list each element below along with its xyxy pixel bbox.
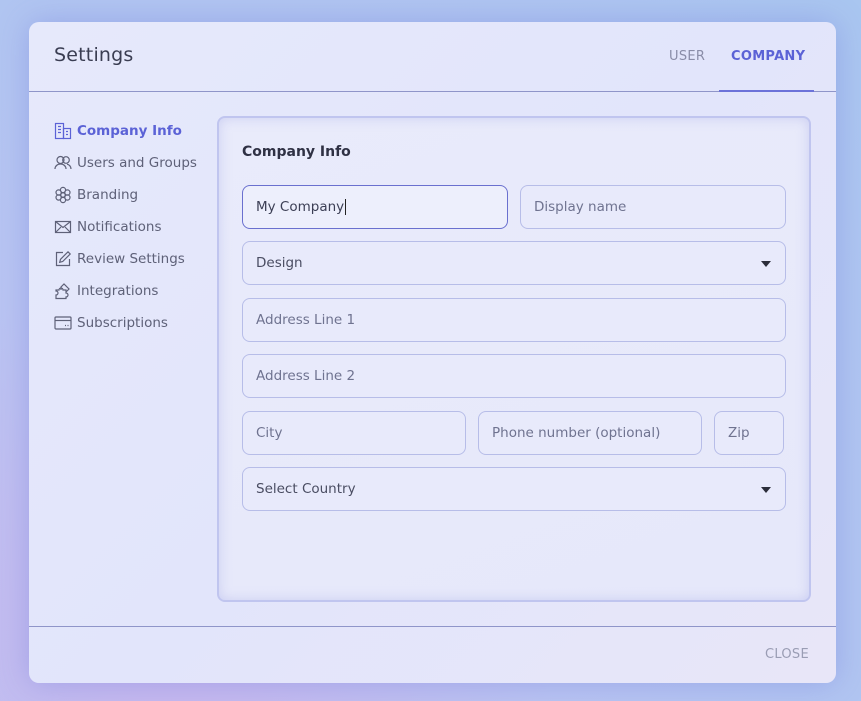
address-line-2-input[interactable]: Address Line 2 [242,354,786,398]
sidebar-item-users-and-groups[interactable]: Users and Groups [54,147,224,179]
sidebar-item-subscriptions[interactable]: Subscriptions [54,307,224,339]
display-name-input[interactable]: Display name [520,185,786,229]
flower-icon [55,186,71,204]
phone-placeholder: Phone number (optional) [492,425,661,441]
phone-input[interactable]: Phone number (optional) [478,411,702,455]
zip-placeholder: Zip [728,425,750,441]
sidebar-item-label: Notifications [77,219,162,235]
close-button[interactable]: CLOSE [765,647,809,662]
puzzle-icon [55,283,70,300]
chevron-down-icon [761,261,771,267]
country-select[interactable]: Select Country [242,467,786,511]
sidebar-item-label: Company Info [77,123,182,139]
card-icon [54,316,72,330]
settings-modal: Settings USER COMPANY Company Info Users… [29,22,836,683]
company-info-panel: Company Info My Company Display name Des… [217,116,811,602]
industry-value: Design [256,255,303,271]
sidebar-item-label: Review Settings [77,251,185,267]
country-value: Select Country [256,481,356,497]
modal-title: Settings [54,44,134,66]
address-line-2-placeholder: Address Line 2 [256,368,356,384]
industry-select[interactable]: Design [242,241,786,285]
city-placeholder: City [256,425,283,441]
company-name-input[interactable]: My Company [242,185,508,229]
building-icon [54,122,72,140]
sidebar-item-integrations[interactable]: Integrations [54,275,224,307]
edit-icon [55,250,72,267]
users-icon [54,155,72,170]
modal-footer: CLOSE [29,626,836,683]
tab-company[interactable]: COMPANY [731,49,805,64]
tab-user[interactable]: USER [669,49,705,64]
display-name-placeholder: Display name [534,199,627,215]
zip-input[interactable]: Zip [714,411,784,455]
modal-header: Settings USER COMPANY [29,22,836,92]
city-input[interactable]: City [242,411,466,455]
sidebar-item-notifications[interactable]: Notifications [54,211,224,243]
sidebar-item-branding[interactable]: Branding [54,179,224,211]
sidebar-item-label: Integrations [77,283,159,299]
text-caret [345,199,347,215]
settings-sidebar: Company Info Users and Groups Branding N… [54,115,224,339]
panel-title: Company Info [242,144,351,160]
address-line-1-placeholder: Address Line 1 [256,312,356,328]
sidebar-item-label: Subscriptions [77,315,168,331]
address-line-1-input[interactable]: Address Line 1 [242,298,786,342]
sidebar-item-label: Branding [77,187,139,203]
sidebar-item-company-info[interactable]: Company Info [54,115,224,147]
sidebar-item-review-settings[interactable]: Review Settings [54,243,224,275]
active-tab-indicator [719,90,814,92]
chevron-down-icon [761,487,771,493]
envelope-icon [54,220,72,234]
company-name-value: My Company [256,199,345,215]
sidebar-item-label: Users and Groups [77,155,197,171]
